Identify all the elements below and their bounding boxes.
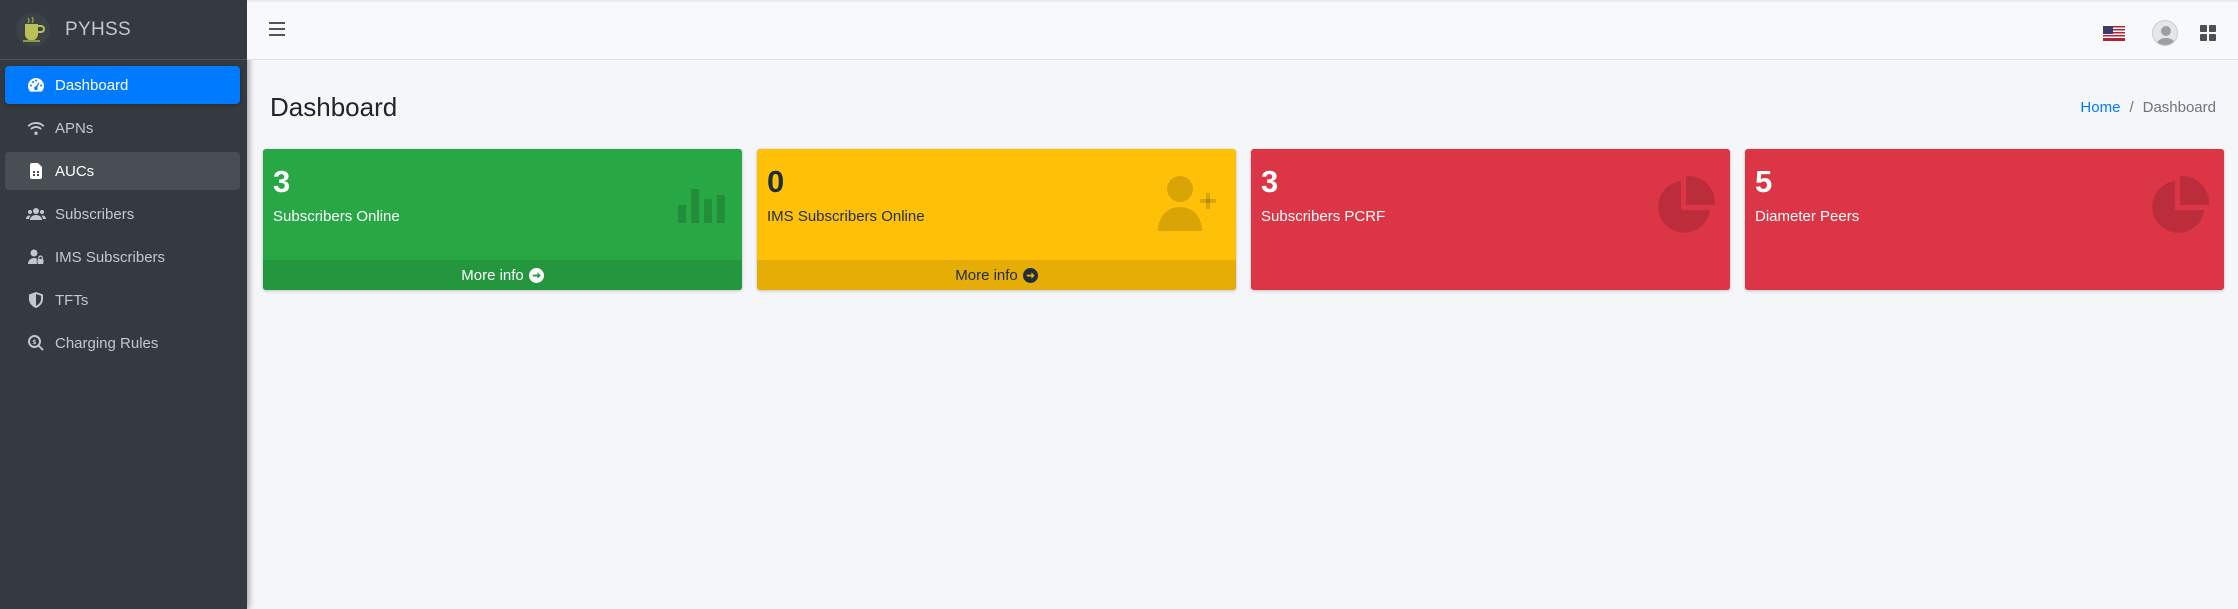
stat-label: Diameter Peers — [1755, 208, 1860, 226]
stat-label: Subscribers Online — [273, 208, 400, 226]
wifi-icon — [25, 119, 47, 137]
more-info-link[interactable]: More info — [263, 260, 742, 290]
stat-boxes: 3 Subscribers Online More info 0 IMS Sub… — [263, 149, 2238, 290]
grid-icon[interactable] — [2200, 25, 2216, 41]
sidebar-item-charging-rules[interactable]: $ Charging Rules — [5, 324, 240, 362]
pie-chart-icon — [1654, 175, 1716, 242]
svg-text:$: $ — [32, 339, 36, 346]
breadcrumb-home-link[interactable]: Home — [2080, 99, 2120, 116]
sidebar-item-subscribers[interactable]: Subscribers — [5, 195, 240, 233]
brand-link[interactable]: PYHSS — [0, 0, 247, 60]
stat-value: 3 — [273, 164, 291, 199]
sidebar-item-label: Subscribers — [55, 205, 135, 223]
shield-icon — [25, 291, 47, 309]
stat-box-diameter-peers: 5 Diameter Peers — [1745, 149, 2224, 290]
user-lock-icon — [25, 248, 47, 266]
sidebar-item-ims-subscribers[interactable]: IMS Subscribers — [5, 238, 240, 276]
sidebar-item-label: Dashboard — [55, 76, 129, 94]
us-flag-icon[interactable] — [2103, 25, 2125, 41]
arrow-circle-right-icon — [1022, 267, 1038, 283]
cup-logo-icon — [16, 12, 50, 47]
navbar-right — [2103, 20, 2216, 46]
page-title: Dashboard — [270, 92, 398, 122]
bar-chart-icon — [678, 175, 728, 228]
breadcrumb: Home / Dashboard — [2080, 99, 2216, 116]
sidebar-item-label: IMS Subscribers — [55, 248, 166, 266]
stat-box-ims-subscribers-online: 0 IMS Subscribers Online More info — [757, 149, 1236, 290]
sidebar-item-tfts[interactable]: TFTs — [5, 281, 240, 319]
stat-box-subscribers-pcrf: 3 Subscribers PCRF — [1251, 149, 1730, 290]
main-sidebar: PYHSS Dashboard APNs AUCs Subscribers IM… — [0, 0, 247, 609]
arrow-circle-right-icon — [528, 267, 544, 283]
tachometer-icon — [25, 76, 47, 94]
content-header: Dashboard Home / Dashboard — [270, 92, 2216, 123]
hamburger-icon[interactable] — [269, 22, 285, 38]
sidebar-item-aucs[interactable]: AUCs — [5, 152, 240, 190]
top-navbar — [247, 0, 2238, 60]
stat-value: 3 — [1261, 164, 1279, 199]
sidebar-item-label: APNs — [55, 119, 94, 137]
stat-label: Subscribers PCRF — [1261, 208, 1386, 226]
sidebar-item-label: AUCs — [55, 162, 95, 180]
sidebar-item-label: Charging Rules — [55, 334, 159, 352]
breadcrumb-current: Dashboard — [2142, 99, 2216, 116]
more-info-label: More info — [955, 266, 1018, 284]
sidebar-item-label: TFTs — [55, 291, 89, 309]
more-info-label: More info — [461, 266, 524, 284]
stat-box-subscribers-online: 3 Subscribers Online More info — [263, 149, 742, 290]
brand-name: PYHSS — [65, 18, 131, 40]
sidebar-nav: Dashboard APNs AUCs Subscribers IMS Subs… — [0, 60, 247, 362]
sim-card-icon — [25, 162, 47, 180]
sidebar-item-apns[interactable]: APNs — [5, 109, 240, 147]
stat-value: 5 — [1755, 164, 1773, 199]
breadcrumb-separator: / — [2129, 99, 2134, 116]
more-info-link[interactable]: More info — [757, 260, 1236, 290]
avatar-icon[interactable] — [2152, 20, 2178, 46]
user-plus-icon — [1158, 175, 1222, 236]
sidebar-item-dashboard[interactable]: Dashboard — [5, 66, 240, 104]
users-icon — [25, 205, 47, 223]
search-dollar-icon: $ — [25, 334, 47, 352]
pie-chart-icon — [2148, 175, 2210, 242]
